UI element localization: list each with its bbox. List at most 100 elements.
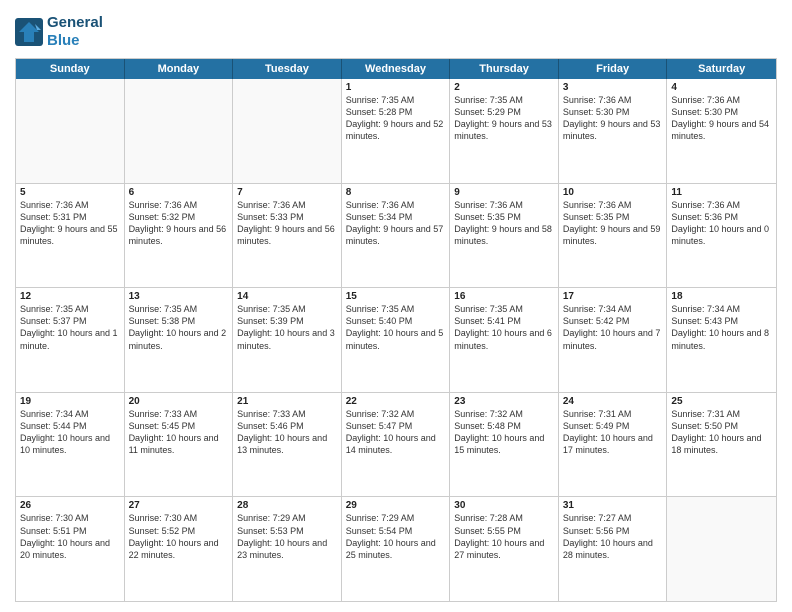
cell-info: Sunrise: 7:30 AMSunset: 5:52 PMDaylight:…: [129, 512, 229, 561]
cell-info: Sunrise: 7:35 AMSunset: 5:38 PMDaylight:…: [129, 303, 229, 352]
cell-info: Sunrise: 7:35 AMSunset: 5:39 PMDaylight:…: [237, 303, 337, 352]
day-number: 17: [563, 291, 663, 302]
day-number: 11: [671, 187, 772, 198]
day-number: 10: [563, 187, 663, 198]
cell-info: Sunrise: 7:34 AMSunset: 5:43 PMDaylight:…: [671, 303, 772, 352]
cell-info: Sunrise: 7:36 AMSunset: 5:32 PMDaylight:…: [129, 199, 229, 248]
cell-info: Sunrise: 7:36 AMSunset: 5:30 PMDaylight:…: [671, 94, 772, 143]
day-number: 6: [129, 187, 229, 198]
day-header-tuesday: Tuesday: [233, 59, 342, 79]
day-header-monday: Monday: [125, 59, 234, 79]
cell-info: Sunrise: 7:31 AMSunset: 5:50 PMDaylight:…: [671, 408, 772, 457]
logo-text: General Blue: [47, 14, 103, 50]
cell-info: Sunrise: 7:35 AMSunset: 5:29 PMDaylight:…: [454, 94, 554, 143]
day-number: 16: [454, 291, 554, 302]
empty-cell: [16, 79, 125, 183]
empty-cell: [233, 79, 342, 183]
cell-info: Sunrise: 7:29 AMSunset: 5:53 PMDaylight:…: [237, 512, 337, 561]
day-cell-1: 1Sunrise: 7:35 AMSunset: 5:28 PMDaylight…: [342, 79, 451, 183]
day-cell-2: 2Sunrise: 7:35 AMSunset: 5:29 PMDaylight…: [450, 79, 559, 183]
day-number: 2: [454, 82, 554, 93]
empty-cell: [125, 79, 234, 183]
day-header-friday: Friday: [559, 59, 668, 79]
cell-info: Sunrise: 7:33 AMSunset: 5:46 PMDaylight:…: [237, 408, 337, 457]
day-number: 22: [346, 396, 446, 407]
day-cell-20: 20Sunrise: 7:33 AMSunset: 5:45 PMDayligh…: [125, 393, 234, 497]
day-header-wednesday: Wednesday: [342, 59, 451, 79]
cell-info: Sunrise: 7:36 AMSunset: 5:34 PMDaylight:…: [346, 199, 446, 248]
calendar-row-5: 26Sunrise: 7:30 AMSunset: 5:51 PMDayligh…: [16, 496, 776, 601]
calendar: SundayMondayTuesdayWednesdayThursdayFrid…: [15, 58, 777, 602]
cell-info: Sunrise: 7:30 AMSunset: 5:51 PMDaylight:…: [20, 512, 120, 561]
cell-info: Sunrise: 7:36 AMSunset: 5:35 PMDaylight:…: [454, 199, 554, 248]
calendar-header: SundayMondayTuesdayWednesdayThursdayFrid…: [16, 59, 776, 79]
day-number: 8: [346, 187, 446, 198]
cell-info: Sunrise: 7:35 AMSunset: 5:41 PMDaylight:…: [454, 303, 554, 352]
day-header-thursday: Thursday: [450, 59, 559, 79]
cell-info: Sunrise: 7:36 AMSunset: 5:35 PMDaylight:…: [563, 199, 663, 248]
day-header-saturday: Saturday: [667, 59, 776, 79]
day-cell-19: 19Sunrise: 7:34 AMSunset: 5:44 PMDayligh…: [16, 393, 125, 497]
day-number: 19: [20, 396, 120, 407]
day-cell-4: 4Sunrise: 7:36 AMSunset: 5:30 PMDaylight…: [667, 79, 776, 183]
day-cell-11: 11Sunrise: 7:36 AMSunset: 5:36 PMDayligh…: [667, 184, 776, 288]
day-cell-12: 12Sunrise: 7:35 AMSunset: 5:37 PMDayligh…: [16, 288, 125, 392]
day-cell-28: 28Sunrise: 7:29 AMSunset: 5:53 PMDayligh…: [233, 497, 342, 601]
day-number: 20: [129, 396, 229, 407]
day-cell-31: 31Sunrise: 7:27 AMSunset: 5:56 PMDayligh…: [559, 497, 668, 601]
day-cell-9: 9Sunrise: 7:36 AMSunset: 5:35 PMDaylight…: [450, 184, 559, 288]
day-number: 25: [671, 396, 772, 407]
logo: General Blue: [15, 14, 103, 50]
day-cell-23: 23Sunrise: 7:32 AMSunset: 5:48 PMDayligh…: [450, 393, 559, 497]
day-cell-5: 5Sunrise: 7:36 AMSunset: 5:31 PMDaylight…: [16, 184, 125, 288]
day-cell-30: 30Sunrise: 7:28 AMSunset: 5:55 PMDayligh…: [450, 497, 559, 601]
day-number: 27: [129, 500, 229, 511]
day-number: 3: [563, 82, 663, 93]
cell-info: Sunrise: 7:33 AMSunset: 5:45 PMDaylight:…: [129, 408, 229, 457]
day-cell-3: 3Sunrise: 7:36 AMSunset: 5:30 PMDaylight…: [559, 79, 668, 183]
day-number: 31: [563, 500, 663, 511]
cell-info: Sunrise: 7:35 AMSunset: 5:28 PMDaylight:…: [346, 94, 446, 143]
day-cell-21: 21Sunrise: 7:33 AMSunset: 5:46 PMDayligh…: [233, 393, 342, 497]
day-number: 4: [671, 82, 772, 93]
day-number: 5: [20, 187, 120, 198]
cell-info: Sunrise: 7:29 AMSunset: 5:54 PMDaylight:…: [346, 512, 446, 561]
day-cell-29: 29Sunrise: 7:29 AMSunset: 5:54 PMDayligh…: [342, 497, 451, 601]
cell-info: Sunrise: 7:36 AMSunset: 5:31 PMDaylight:…: [20, 199, 120, 248]
day-cell-8: 8Sunrise: 7:36 AMSunset: 5:34 PMDaylight…: [342, 184, 451, 288]
day-number: 12: [20, 291, 120, 302]
day-cell-25: 25Sunrise: 7:31 AMSunset: 5:50 PMDayligh…: [667, 393, 776, 497]
day-header-sunday: Sunday: [16, 59, 125, 79]
day-cell-14: 14Sunrise: 7:35 AMSunset: 5:39 PMDayligh…: [233, 288, 342, 392]
day-number: 15: [346, 291, 446, 302]
cell-info: Sunrise: 7:27 AMSunset: 5:56 PMDaylight:…: [563, 512, 663, 561]
calendar-row-2: 5Sunrise: 7:36 AMSunset: 5:31 PMDaylight…: [16, 183, 776, 288]
cell-info: Sunrise: 7:36 AMSunset: 5:30 PMDaylight:…: [563, 94, 663, 143]
day-number: 21: [237, 396, 337, 407]
day-number: 13: [129, 291, 229, 302]
day-cell-22: 22Sunrise: 7:32 AMSunset: 5:47 PMDayligh…: [342, 393, 451, 497]
cell-info: Sunrise: 7:32 AMSunset: 5:47 PMDaylight:…: [346, 408, 446, 457]
day-number: 14: [237, 291, 337, 302]
day-number: 30: [454, 500, 554, 511]
cell-info: Sunrise: 7:32 AMSunset: 5:48 PMDaylight:…: [454, 408, 554, 457]
cell-info: Sunrise: 7:28 AMSunset: 5:55 PMDaylight:…: [454, 512, 554, 561]
calendar-row-3: 12Sunrise: 7:35 AMSunset: 5:37 PMDayligh…: [16, 287, 776, 392]
day-cell-15: 15Sunrise: 7:35 AMSunset: 5:40 PMDayligh…: [342, 288, 451, 392]
logo-icon: [15, 18, 43, 46]
cell-info: Sunrise: 7:31 AMSunset: 5:49 PMDaylight:…: [563, 408, 663, 457]
day-cell-6: 6Sunrise: 7:36 AMSunset: 5:32 PMDaylight…: [125, 184, 234, 288]
day-cell-18: 18Sunrise: 7:34 AMSunset: 5:43 PMDayligh…: [667, 288, 776, 392]
page: General Blue SundayMondayTuesdayWednesda…: [0, 0, 792, 612]
empty-cell: [667, 497, 776, 601]
cell-info: Sunrise: 7:35 AMSunset: 5:37 PMDaylight:…: [20, 303, 120, 352]
day-number: 26: [20, 500, 120, 511]
day-cell-13: 13Sunrise: 7:35 AMSunset: 5:38 PMDayligh…: [125, 288, 234, 392]
day-number: 24: [563, 396, 663, 407]
day-number: 23: [454, 396, 554, 407]
cell-info: Sunrise: 7:34 AMSunset: 5:44 PMDaylight:…: [20, 408, 120, 457]
day-number: 1: [346, 82, 446, 93]
day-cell-27: 27Sunrise: 7:30 AMSunset: 5:52 PMDayligh…: [125, 497, 234, 601]
day-cell-10: 10Sunrise: 7:36 AMSunset: 5:35 PMDayligh…: [559, 184, 668, 288]
header: General Blue: [15, 10, 777, 50]
